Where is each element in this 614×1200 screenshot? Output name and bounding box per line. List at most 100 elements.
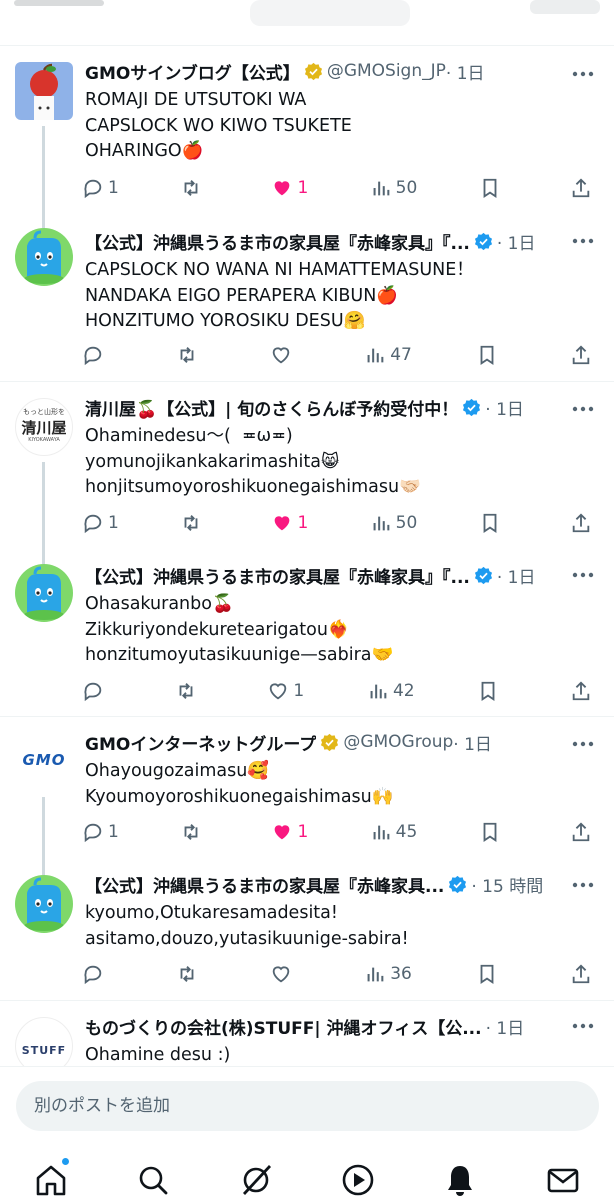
post[interactable]: STUFF ものづくりの会社(株)STUFF| 沖縄オフィス【公... · 1日… [0, 1001, 614, 1066]
share-button[interactable] [570, 512, 600, 534]
apple-mascot-icon [15, 62, 73, 120]
tab-notifications[interactable] [440, 1162, 480, 1200]
tab-messages[interactable] [543, 1162, 583, 1200]
repost-button[interactable] [180, 512, 210, 534]
avatar[interactable]: STUFF [15, 1017, 73, 1066]
avatar[interactable] [15, 875, 73, 933]
author-name[interactable]: GMOインターネットグループ [85, 730, 316, 755]
like-button[interactable]: 1 [267, 680, 304, 702]
more-options-icon[interactable] [570, 1016, 596, 1036]
reply-button[interactable]: 1 [82, 177, 119, 199]
bookmark-button[interactable] [476, 344, 506, 366]
views-button[interactable]: 45 [370, 821, 417, 843]
header-fragment [250, 0, 410, 26]
post[interactable]: GMO GMOインターネットグループ @GMOGroup · 1日 Ohayou… [0, 717, 614, 861]
share-button[interactable] [570, 821, 600, 843]
post[interactable]: 【公式】沖縄県うるま市の家具屋『赤峰家具』『... · 1日 CAPSLOCK … [0, 216, 614, 381]
avatar[interactable]: もっと山形を 清川屋 KIYOKAWAYA [15, 398, 73, 456]
views-button[interactable]: 42 [367, 680, 415, 702]
share-button[interactable] [570, 680, 600, 702]
share-icon [572, 964, 590, 984]
verified-blue-icon [474, 566, 492, 584]
views-button[interactable]: 36 [364, 963, 412, 985]
author-name[interactable]: GMOサインブログ【公式】 [85, 59, 300, 84]
post[interactable]: 【公式】沖縄県うるま市の家具屋『赤峰家具』『... · 1日 Ohasakura… [0, 550, 614, 716]
reply-button[interactable] [82, 963, 112, 985]
post-header: 【公式】沖縄県うるま市の家具屋『赤峰家具』『... · 1日 [85, 228, 598, 254]
avatar[interactable] [15, 564, 73, 622]
post-text: Ohaminedesu〜( ≖ω≖) yomunojikankakarimash… [85, 426, 421, 497]
repost-button[interactable] [176, 963, 206, 985]
tab-home[interactable] [31, 1156, 72, 1200]
verified-blue-icon [474, 232, 492, 250]
share-button[interactable] [570, 177, 600, 199]
avatar-tagline: もっと山形を [23, 408, 65, 416]
bookmark-button[interactable] [479, 821, 509, 843]
tab-video[interactable] [338, 1162, 378, 1200]
tab-grok[interactable] [236, 1162, 276, 1200]
tab-search[interactable] [133, 1162, 173, 1200]
reply-button[interactable] [82, 680, 112, 702]
author-handle[interactable]: @GMOSign_JP [327, 61, 446, 81]
reply-button[interactable]: 1 [82, 821, 119, 843]
author-handle[interactable]: @GMOGroup [343, 732, 453, 752]
bookmark-button[interactable] [479, 177, 509, 199]
post-header: GMOサインブログ【公式】 @GMOSign_JP · 1日 [85, 58, 598, 84]
bookmark-button[interactable] [477, 680, 507, 702]
repost-button[interactable] [180, 821, 210, 843]
share-button[interactable] [570, 344, 600, 366]
reply-icon [84, 823, 102, 843]
header-fragment [14, 0, 104, 6]
post-time[interactable]: · 15 時間 [471, 872, 543, 897]
author-name[interactable]: 【公式】沖縄県うるま市の家具屋『赤峰家具... [85, 872, 444, 897]
repost-icon [184, 824, 198, 840]
more-options-icon[interactable] [570, 875, 596, 895]
reply-button[interactable]: 1 [82, 512, 119, 534]
reply-count: 1 [108, 178, 119, 198]
avatar[interactable] [15, 228, 73, 286]
more-options-icon[interactable] [570, 734, 596, 754]
reply-icon [84, 514, 102, 534]
notifications-icon [448, 1166, 473, 1196]
author-name[interactable]: 清川屋🍒【公式】| 旬のさくらんぼ予約受付中！ [85, 395, 458, 420]
bookmark-button[interactable] [479, 512, 509, 534]
views-button[interactable]: 50 [370, 177, 417, 199]
like-count: 1 [297, 178, 309, 198]
reply-button[interactable] [82, 344, 112, 366]
post[interactable]: もっと山形を 清川屋 KIYOKAWAYA 清川屋🍒【公式】| 旬のさくらんぼ予… [0, 382, 614, 550]
more-options-icon[interactable] [570, 565, 596, 585]
author-name[interactable]: ものづくりの会社(株)STUFF| 沖縄オフィス【公... [85, 1014, 482, 1039]
author-name[interactable]: 【公式】沖縄県うるま市の家具屋『赤峰家具』『... [85, 229, 470, 254]
share-button[interactable] [570, 963, 600, 985]
like-button[interactable] [270, 963, 300, 985]
post-time[interactable]: · 1日 [497, 229, 536, 254]
post-time[interactable]: · 1日 [486, 1014, 525, 1039]
repost-button[interactable] [176, 344, 206, 366]
repost-button[interactable] [175, 680, 205, 702]
post-time[interactable]: · 1日 [453, 730, 492, 755]
like-button[interactable]: 1 [271, 512, 308, 534]
avatar[interactable]: GMO [15, 733, 73, 791]
post-time[interactable]: · 1日 [497, 563, 536, 588]
author-name[interactable]: 【公式】沖縄県うるま市の家具屋『赤峰家具』『... [85, 563, 470, 588]
like-button[interactable]: 1 [271, 177, 308, 199]
add-post-input[interactable]: 別のポストを追加 [16, 1081, 599, 1131]
post-time[interactable]: · 1日 [446, 59, 485, 84]
views-button[interactable]: 50 [370, 512, 417, 534]
post-actions: 47 [82, 340, 600, 370]
bookmark-button[interactable] [476, 963, 506, 985]
more-options-icon[interactable] [570, 64, 596, 84]
like-button[interactable]: 1 [271, 821, 308, 843]
stuff-logo: STUFF [21, 1044, 67, 1057]
post-header: 【公式】沖縄県うるま市の家具屋『赤峰家具』『... · 1日 [85, 562, 598, 588]
like-button[interactable] [270, 344, 300, 366]
avatar[interactable] [15, 62, 73, 120]
views-button[interactable]: 47 [364, 344, 412, 366]
post-time[interactable]: · 1日 [485, 395, 524, 420]
post[interactable]: GMOサインブログ【公式】 @GMOSign_JP · 1日 ROMAJI DE… [0, 46, 614, 216]
more-options-icon[interactable] [570, 231, 596, 251]
more-options-icon[interactable] [570, 399, 596, 419]
repost-button[interactable] [180, 177, 210, 199]
post[interactable]: 【公式】沖縄県うるま市の家具屋『赤峰家具... · 15 時間 kyoumo,O… [0, 861, 614, 1000]
heart-icon [272, 347, 290, 364]
